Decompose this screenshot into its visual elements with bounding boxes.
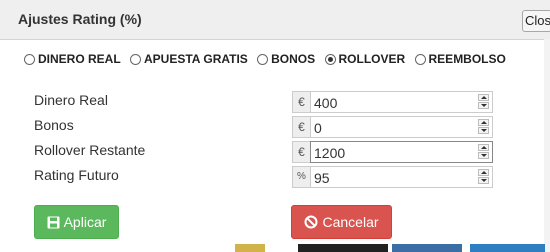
background-page-edge [235, 244, 265, 252]
rating-futuro-input[interactable]: 95 [310, 166, 493, 188]
radio-circle[interactable] [24, 53, 35, 65]
percent-addon: % [292, 166, 310, 188]
radio-circle[interactable] [414, 53, 426, 65]
radio-reembolso[interactable]: REEMBOLSO [414, 52, 506, 66]
bonos-input[interactable]: 0 [310, 116, 493, 138]
input-value: 0 [314, 120, 322, 136]
radio-dinero-real[interactable]: DINERO REAL [24, 52, 121, 66]
input-value: 400 [314, 95, 338, 111]
bonos-label: Bonos [34, 117, 74, 133]
number-spinner[interactable] [478, 94, 489, 110]
radio-circle[interactable] [130, 53, 142, 65]
currency-addon: € [292, 141, 310, 163]
radio-label: APUESTA GRATIS [144, 52, 248, 66]
apply-button[interactable]: Aplicar [34, 205, 119, 239]
side-edge [544, 39, 550, 252]
currency-addon: € [292, 91, 310, 113]
spin-down-icon[interactable] [478, 152, 489, 159]
number-spinner[interactable] [478, 144, 489, 160]
radio-rollover[interactable]: ROLLOVER [324, 52, 406, 66]
radio-circle-selected[interactable] [324, 53, 336, 65]
radio-circle[interactable] [257, 53, 269, 65]
number-spinner[interactable] [478, 169, 489, 185]
spin-up-icon[interactable] [478, 169, 489, 176]
dinero-real-input[interactable]: 400 [310, 91, 493, 113]
rating-settings-dialog: Ajustes Rating (%) Close DINERO REAL APU… [0, 0, 550, 252]
radio-label: DINERO REAL [38, 52, 121, 66]
background-page-edge [470, 244, 545, 252]
currency-addon: € [292, 116, 310, 138]
radio-label: REEMBOLSO [428, 52, 506, 66]
rating-futuro-label: Rating Futuro [34, 167, 119, 183]
spin-up-icon[interactable] [478, 94, 489, 101]
spin-up-icon[interactable] [478, 144, 489, 151]
input-value: 95 [314, 170, 330, 186]
dialog-titlebar: Ajustes Rating (%) Close [0, 0, 550, 40]
background-page-edge [298, 244, 388, 252]
spin-down-icon[interactable] [478, 102, 489, 109]
rollover-restante-label: Rollover Restante [34, 142, 146, 158]
close-button[interactable]: Close [522, 10, 550, 32]
cancel-button[interactable]: Cancelar [291, 205, 392, 239]
rollover-restante-input[interactable]: 1200 [310, 141, 493, 163]
spin-down-icon[interactable] [478, 177, 489, 184]
spin-down-icon[interactable] [478, 127, 489, 134]
cancel-label: Cancelar [322, 214, 379, 230]
number-spinner[interactable] [478, 119, 489, 135]
floppy-disk-icon [47, 216, 60, 229]
radio-label: ROLLOVER [338, 52, 406, 66]
type-radio-group: DINERO REAL APUESTA GRATIS BONOS ROLLOVE… [24, 52, 512, 70]
apply-label: Aplicar [63, 214, 107, 230]
spin-up-icon[interactable] [478, 119, 489, 126]
radio-bonos[interactable]: BONOS [257, 52, 315, 66]
dialog-title: Ajustes Rating (%) [18, 11, 142, 27]
input-value: 1200 [314, 145, 346, 161]
dinero-real-label: Dinero Real [34, 92, 108, 108]
background-page-edge [392, 244, 462, 252]
radio-apuesta-gratis[interactable]: APUESTA GRATIS [130, 52, 248, 66]
ban-icon [304, 215, 318, 229]
radio-label: BONOS [271, 52, 316, 66]
